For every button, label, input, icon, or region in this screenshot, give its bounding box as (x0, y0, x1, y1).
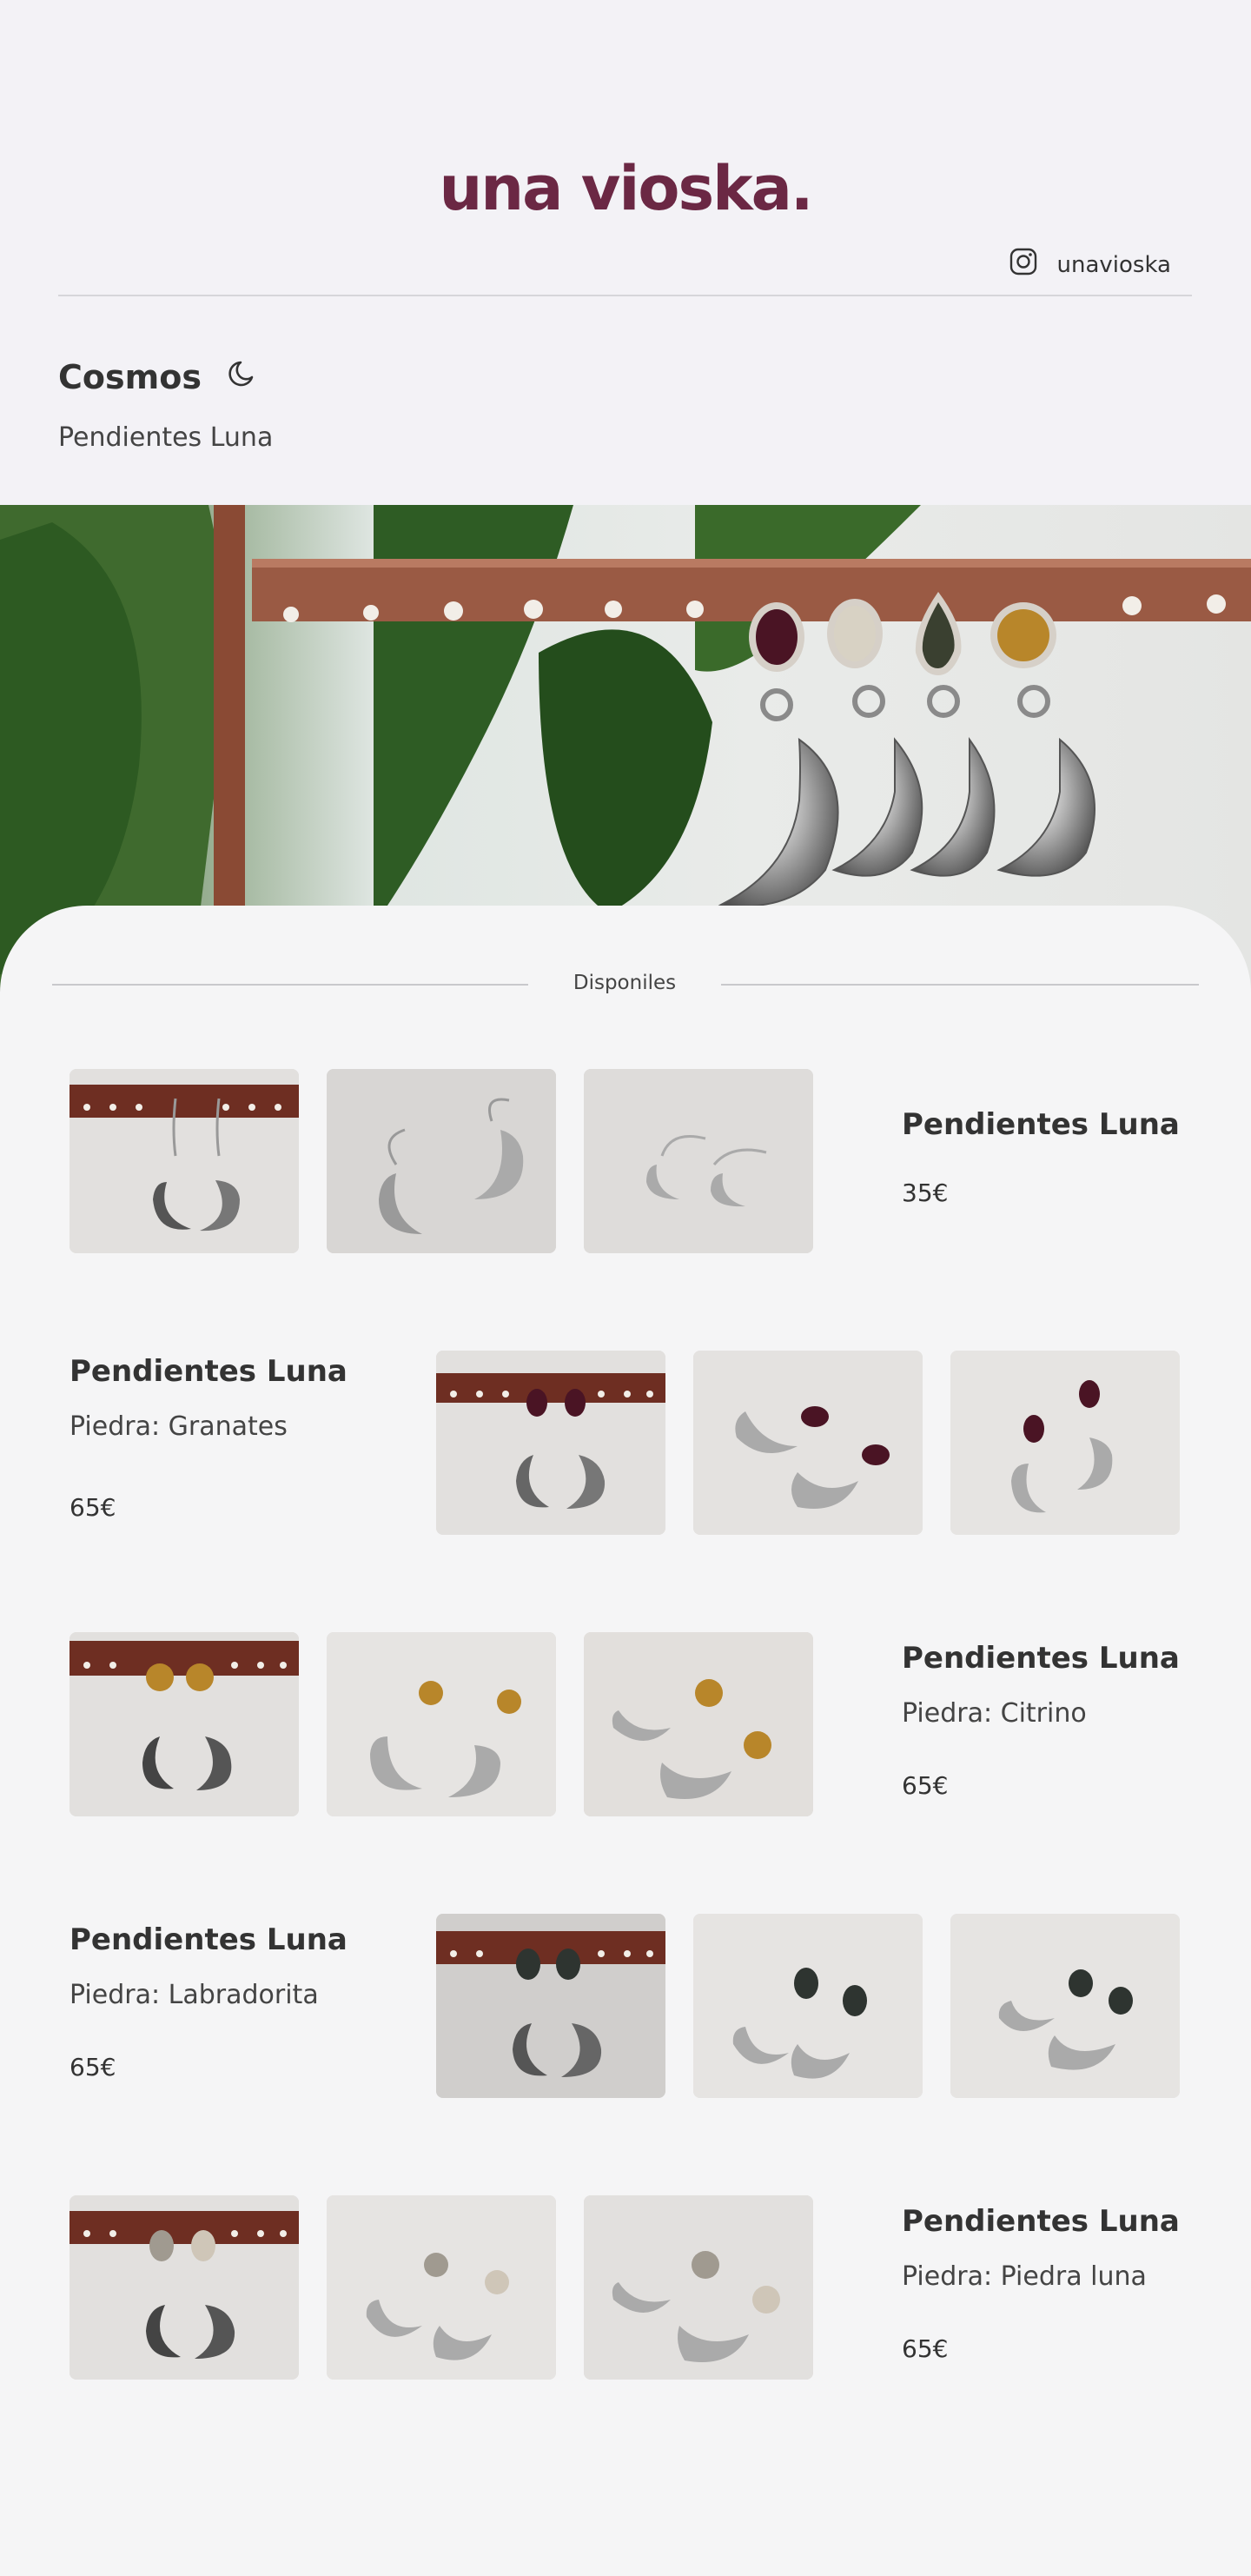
product-price: 65€ (902, 1771, 949, 1800)
product-card[interactable]: Pendientes Luna 35€ (0, 1069, 1251, 1253)
product-name[interactable]: Pendientes Luna (70, 1354, 348, 1389)
collection-subtitle: Pendientes Luna (58, 422, 274, 453)
collection-title-text: Cosmos (58, 357, 202, 396)
product-name[interactable]: Pendientes Luna (70, 1922, 348, 1957)
product-name[interactable]: Pendientes Luna (902, 1107, 1180, 1142)
product-photo[interactable] (584, 2195, 813, 2380)
product-photo[interactable] (584, 1632, 813, 1816)
product-card[interactable]: Pendientes Luna Piedra: Citrino 65€ (0, 1632, 1251, 1816)
instagram-link[interactable]: unavioska (1009, 247, 1172, 282)
divider-line-right (721, 984, 1199, 986)
product-photo[interactable] (70, 2195, 299, 2380)
product-price: 35€ (902, 1178, 949, 1207)
product-price: 65€ (70, 1493, 116, 1522)
product-stone: Piedra: Piedra luna (902, 2261, 1147, 2292)
section-divider: Disponiles (52, 972, 1199, 998)
product-name[interactable]: Pendientes Luna (902, 1641, 1180, 1676)
product-stone: Piedra: Labradorita (70, 1980, 319, 2010)
section-label: Disponiles (573, 972, 677, 994)
instagram-icon (1009, 247, 1038, 282)
collection-title: Cosmos (58, 356, 259, 397)
product-stone: Piedra: Citrino (902, 1698, 1087, 1729)
product-card[interactable]: Pendientes Luna Piedra: Piedra luna 65€ (0, 2195, 1251, 2380)
product-photo[interactable] (436, 1351, 665, 1535)
brand-logo[interactable]: una vioska. (0, 153, 1251, 224)
instagram-handle: unavioska (1056, 251, 1172, 278)
product-photo[interactable] (584, 1069, 813, 1253)
product-photo[interactable] (70, 1069, 299, 1253)
product-photo[interactable] (327, 2195, 556, 2380)
product-photo[interactable] (950, 1914, 1180, 2098)
product-photo[interactable] (70, 1632, 299, 1816)
product-price: 65€ (902, 2334, 949, 2363)
header-divider (58, 295, 1192, 296)
product-photo[interactable] (693, 1351, 923, 1535)
product-stone: Piedra: Granates (70, 1411, 288, 1442)
product-card[interactable]: Pendientes Luna Piedra: Granates 65€ (0, 1351, 1251, 1535)
product-photo[interactable] (693, 1914, 923, 2098)
product-photo[interactable] (327, 1069, 556, 1253)
product-price: 65€ (70, 2053, 116, 2081)
product-name[interactable]: Pendientes Luna (902, 2204, 1180, 2239)
divider-line-left (52, 984, 528, 986)
moon-icon (226, 356, 259, 397)
product-photo[interactable] (436, 1914, 665, 2098)
product-card[interactable]: Pendientes Luna Piedra: Labradorita 65€ (0, 1914, 1251, 2098)
product-photo[interactable] (327, 1632, 556, 1816)
product-photo[interactable] (950, 1351, 1180, 1535)
